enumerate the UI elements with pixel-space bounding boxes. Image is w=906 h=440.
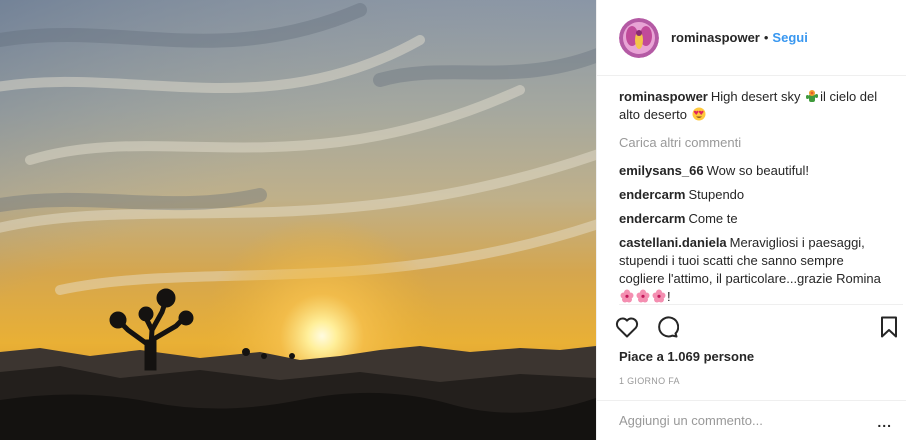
comment: endercarm Stupendo <box>619 186 889 204</box>
comment-username[interactable]: emilysans_66 <box>619 163 704 178</box>
action-bar <box>613 313 903 343</box>
cactus-flower-emoji <box>805 89 819 103</box>
instagram-post: rominaspower • Segui rominaspower High de… <box>0 0 906 440</box>
post-timestamp[interactable]: 1 GIORNO FA <box>619 376 680 386</box>
load-more-comments[interactable]: Carica altri commenti <box>619 134 889 152</box>
follow-button[interactable]: Segui <box>772 30 807 45</box>
likes-count[interactable]: Piace a 1.069 persone <box>619 349 754 364</box>
comment-suffix: ! <box>667 289 671 304</box>
add-comment-input[interactable]: Aggiungi un commento... <box>619 413 763 428</box>
comment-text: Stupendo <box>688 187 745 202</box>
post-photo[interactable] <box>0 0 596 440</box>
caption-username[interactable]: rominaspower <box>619 89 708 104</box>
post-details-panel: rominaspower • Segui rominaspower High de… <box>596 0 906 440</box>
separator-dot: • <box>763 30 769 45</box>
avatar-image <box>619 17 659 58</box>
avatar[interactable] <box>619 17 659 58</box>
more-options-icon[interactable]: ... <box>877 414 892 430</box>
heart-outline-icon[interactable] <box>613 313 641 341</box>
comments-list: rominaspower High desert sky il cielo del… <box>619 88 889 312</box>
comment-username[interactable]: endercarm <box>619 187 685 202</box>
author-username[interactable]: rominaspower <box>671 30 760 45</box>
divider <box>619 304 903 305</box>
header-names: rominaspower • Segui <box>671 30 808 45</box>
caption: rominaspower High desert sky il cielo del… <box>619 88 889 124</box>
speech-bubble-icon[interactable] <box>653 313 681 341</box>
divider <box>597 400 906 401</box>
post-header: rominaspower • Segui <box>597 0 906 76</box>
heart-eyes-emoji <box>692 107 706 121</box>
comment-text: Wow so beautiful! <box>706 163 809 178</box>
comment-username[interactable]: castellani.daniela <box>619 235 727 250</box>
hibiscus-emoji <box>652 289 666 303</box>
comment: endercarm Come te <box>619 210 889 228</box>
comment: emilysans_66 Wow so beautiful! <box>619 162 889 180</box>
hibiscus-emoji <box>620 289 634 303</box>
comment-username[interactable]: endercarm <box>619 211 685 226</box>
sunset-desert-image <box>0 0 596 440</box>
comment-text: Come te <box>688 211 738 226</box>
comment: castellani.daniela Meravigliosi i paesagg… <box>619 234 889 306</box>
hibiscus-emoji <box>636 289 650 303</box>
caption-text-start: High desert sky <box>710 89 805 104</box>
bookmark-icon[interactable] <box>875 313 903 341</box>
